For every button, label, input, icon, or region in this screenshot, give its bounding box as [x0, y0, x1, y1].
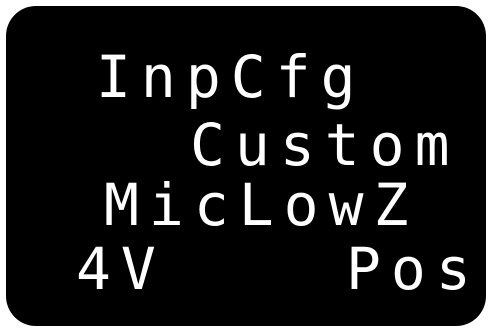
voltage-value: 4V — [76, 235, 166, 303]
polarity-value: Pos — [346, 235, 481, 303]
menu-title: InpCfg — [96, 43, 366, 111]
input-type-value: MicLowZ — [104, 171, 419, 239]
config-mode-value: Custom — [190, 111, 460, 179]
lcd-screen: InpCfg Custom MicLowZ 4V Pos — [6, 6, 486, 326]
